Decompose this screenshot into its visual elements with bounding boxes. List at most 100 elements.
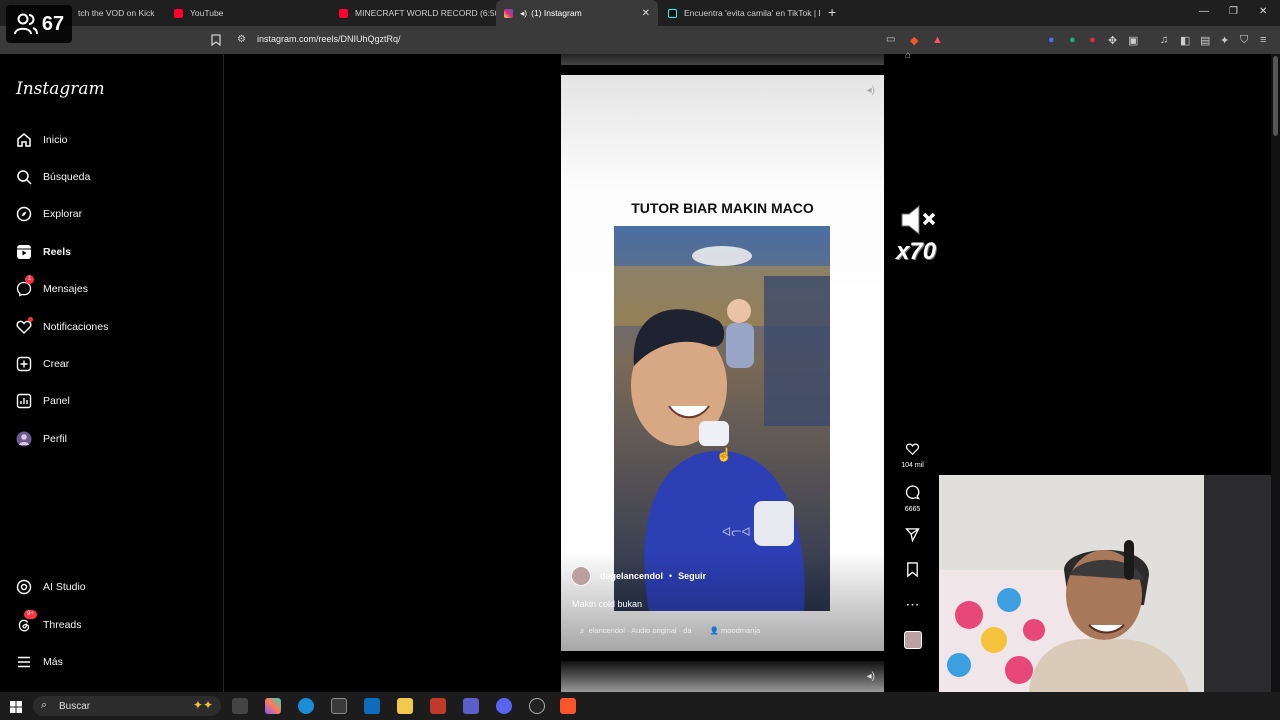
leo-ai-icon[interactable]: ✦ <box>1220 34 1229 47</box>
sidebar-item-mensajes[interactable]: 1 Mensajes <box>16 275 88 297</box>
sidebar-item-ai-studio[interactable]: AI Studio <box>16 579 86 595</box>
extension-icon[interactable]: ● <box>1048 34 1055 46</box>
tagged-username: moodmanja <box>721 626 761 635</box>
extension-icon[interactable]: ● <box>1089 34 1096 46</box>
vpn-shield-icon[interactable]: ⛉ <box>1240 34 1248 47</box>
restore-button[interactable]: ❐ <box>1229 6 1238 17</box>
sidebar-item-label: Más <box>43 656 63 668</box>
tab-minecraft[interactable]: MINECRAFT WORLD RECORD (6:50) <box>331 0 496 26</box>
sidebar-item-busqueda[interactable]: Búsqueda <box>16 169 90 185</box>
like-action[interactable]: 104 mil <box>896 442 929 469</box>
file-explorer-icon[interactable] <box>397 698 413 714</box>
people-icon <box>13 13 38 35</box>
chart-icon <box>16 393 32 409</box>
sidebar-item-threads[interactable]: 9+ Threads <box>16 610 82 633</box>
brave-icon[interactable] <box>560 698 576 714</box>
save-action[interactable] <box>896 562 929 583</box>
sidebar-item-inicio[interactable]: Inicio <box>16 132 68 148</box>
discord-icon[interactable] <box>496 698 512 714</box>
windows-start-icon[interactable] <box>10 700 22 718</box>
minimize-button[interactable]: — <box>1199 6 1209 17</box>
screenshot-icon[interactable]: ▣ <box>1128 34 1138 47</box>
media-icon[interactable]: ♫ <box>1160 34 1168 46</box>
instagram-logo[interactable]: Instagram <box>16 79 105 99</box>
heart-icon <box>896 442 929 459</box>
extensions-puzzle-icon[interactable]: ✥ <box>1108 34 1117 47</box>
tab-label: (1) Instagram <box>531 8 582 18</box>
sidebar-item-perfil[interactable]: Perfil <box>16 431 67 447</box>
notification-badge: 9+ <box>24 610 37 619</box>
sidebar-item-explorar[interactable]: Explorar <box>16 206 82 222</box>
instagram-sidebar: Instagram Inicio Búsqueda Explorar Reels… <box>0 54 224 692</box>
extension-icon[interactable]: ● <box>1069 34 1076 46</box>
outlook-icon[interactable] <box>364 698 380 714</box>
obs-icon[interactable] <box>529 698 545 714</box>
reels-audio-icon[interactable]: ⌂ <box>905 50 911 61</box>
store-icon[interactable] <box>331 698 347 714</box>
task-view-icon[interactable] <box>232 698 248 714</box>
tab-youtube[interactable]: YouTube <box>166 0 331 26</box>
edge-icon[interactable] <box>298 698 314 714</box>
tab-label: YouTube <box>190 8 224 18</box>
reel-caption[interactable]: Makin cold bukan <box>572 599 642 609</box>
more-options-icon[interactable]: ⋯ <box>896 596 929 613</box>
close-window-button[interactable]: ✕ <box>1259 6 1267 17</box>
teams-icon[interactable] <box>463 698 479 714</box>
tab-tiktok[interactable]: Encuentra 'evita camila' en TikTok | B <box>660 0 820 26</box>
viewer-count: 67 <box>41 12 65 35</box>
menu-icon[interactable]: ≡ <box>1260 34 1266 46</box>
next-reel[interactable]: ◂) <box>561 661 884 692</box>
sidebar-item-mas[interactable]: Más <box>16 654 63 670</box>
page-scrollbar[interactable] <box>1271 54 1280 692</box>
menu-icon <box>16 654 32 670</box>
app-icon[interactable] <box>430 698 446 714</box>
avatar[interactable] <box>571 566 591 586</box>
volume-icon[interactable]: ◂) <box>867 671 875 682</box>
audio-thumbnail[interactable] <box>896 631 929 651</box>
sidebar-item-notificaciones[interactable]: Notificaciones <box>16 317 108 335</box>
bookmark-icon[interactable] <box>211 34 221 49</box>
tagged-user[interactable]: 👤 moodmanja <box>710 626 761 635</box>
heart-icon <box>16 317 33 335</box>
tab-instagram[interactable]: ◂) (1) Instagram ✕ <box>496 0 658 26</box>
reel-title-text: TUTOR BIAR MAKIN MACO <box>631 200 814 216</box>
viewer-count-badge: 67 <box>6 5 72 43</box>
sidebar-item-panel[interactable]: Panel <box>16 393 70 409</box>
brave-shield-icon[interactable]: ◆ <box>910 34 918 47</box>
like-count: 104 mil <box>901 462 924 469</box>
audio-cover-image <box>903 631 922 649</box>
wallet-icon[interactable]: ▤ <box>1200 34 1210 47</box>
copilot-icon[interactable] <box>265 698 281 714</box>
scrollbar-thumb[interactable] <box>1273 56 1278 136</box>
browser-tab-bar: tch the VOD on Kick YouTube MINECRAFT WO… <box>0 0 1280 26</box>
previous-reel[interactable] <box>561 54 884 65</box>
new-tab-button[interactable]: + <box>828 4 836 20</box>
tab-kick[interactable]: tch the VOD on Kick <box>70 0 166 26</box>
notification-dot <box>28 317 33 322</box>
sidebar-item-label: Búsqueda <box>43 171 91 183</box>
cast-icon[interactable]: ▭ <box>886 34 895 45</box>
sidebar-item-crear[interactable]: Crear <box>16 356 69 372</box>
taskbar-search[interactable]: ⌕ Buscar ✦✦ <box>33 696 221 716</box>
share-action[interactable] <box>896 527 929 548</box>
username-link[interactable]: dagelancendol <box>600 571 663 581</box>
reel-audio-row: ♬ elancendol · Audio original · da 👤 moo… <box>579 626 760 635</box>
sidebar-item-reels[interactable]: Reels <box>16 244 71 260</box>
threads-icon: 9+ <box>16 610 37 633</box>
follow-button[interactable]: Seguir <box>678 571 706 581</box>
tiktok-icon <box>668 8 677 18</box>
site-settings-icon[interactable]: ⚙ <box>237 34 246 45</box>
svg-text:ᐊᓕᐊ: ᐊᓕᐊ <box>722 525 751 539</box>
url-text[interactable]: instagram.com/reels/DNIUhQgztRq/ <box>257 34 401 44</box>
audio-link[interactable]: ♬ elancendol · Audio original · da <box>579 626 692 635</box>
close-icon[interactable]: ✕ <box>642 8 650 19</box>
sidebar-icon[interactable]: ◧ <box>1180 34 1190 47</box>
reel-video[interactable]: ◂) TUTOR BIAR MAKIN MACO ᐊᓕᐊ dagelancend… <box>561 75 884 651</box>
comment-action[interactable]: 6665 <box>896 485 929 513</box>
cursor-icon: ☝ <box>716 447 733 462</box>
comment-count: 6665 <box>904 506 921 513</box>
volume-icon[interactable]: ◂) <box>867 85 875 96</box>
brave-rewards-icon[interactable]: ▲ <box>932 34 943 46</box>
home-icon <box>16 132 32 148</box>
person-icon: 👤 <box>709 626 722 635</box>
